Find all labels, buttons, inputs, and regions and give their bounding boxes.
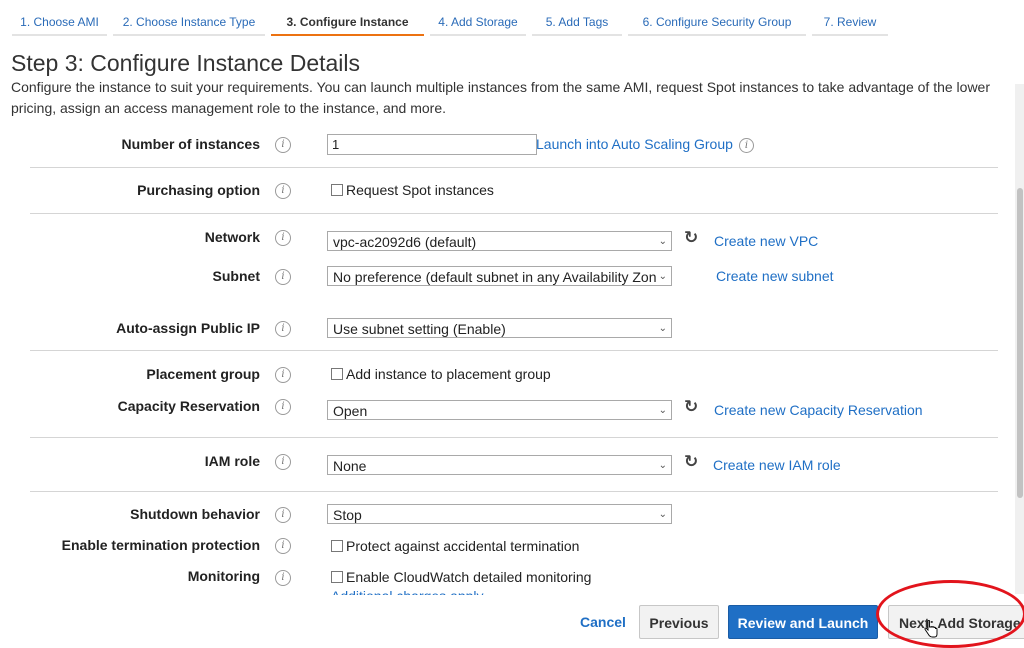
subnet-label: Subnet xyxy=(212,268,260,284)
refresh-icon[interactable]: ↻ xyxy=(684,452,698,472)
request-spot-label: Request Spot instances xyxy=(346,182,494,198)
termination-protection-label: Enable termination protection xyxy=(61,537,260,553)
tab-configure-security-group[interactable]: 6. Configure Security Group xyxy=(628,0,806,36)
info-icon[interactable]: i xyxy=(275,454,291,470)
info-icon[interactable]: i xyxy=(739,138,754,153)
shutdown-behavior-label: Shutdown behavior xyxy=(130,506,260,522)
public-ip-select-value: Use subnet setting (Enable) xyxy=(333,321,506,337)
auto-assign-public-ip-label: Auto-assign Public IP xyxy=(116,320,260,336)
placement-group-label: Placement group xyxy=(146,366,260,382)
divider xyxy=(30,167,998,168)
subnet-select[interactable]: No preference (default subnet in any Ava… xyxy=(327,266,672,286)
chevron-down-icon: ⌄ xyxy=(656,232,667,250)
network-label: Network xyxy=(204,229,260,245)
divider xyxy=(30,437,998,438)
shutdown-behavior-select[interactable]: Stop ⌄ xyxy=(327,504,672,524)
divider xyxy=(30,213,998,214)
wizard-tabs: 1. Choose AMI 2. Choose Instance Type 3.… xyxy=(12,0,1012,38)
chevron-down-icon: ⌄ xyxy=(656,401,667,419)
shutdown-behavior-value: Stop xyxy=(333,507,362,523)
chevron-down-icon: ⌄ xyxy=(656,319,667,337)
iam-role-select[interactable]: None ⌄ xyxy=(327,455,672,475)
public-ip-select[interactable]: Use subnet setting (Enable) ⌄ xyxy=(327,318,672,338)
next-add-storage-button[interactable]: Next: Add Storage xyxy=(888,605,1024,639)
placement-group-checkbox[interactable] xyxy=(331,368,343,380)
info-icon[interactable]: i xyxy=(275,538,291,554)
tab-configure-instance[interactable]: 3. Configure Instance xyxy=(271,0,424,36)
refresh-icon[interactable]: ↻ xyxy=(684,228,698,248)
refresh-icon[interactable]: ↻ xyxy=(684,397,698,417)
monitoring-label: Monitoring xyxy=(187,568,260,584)
termination-protection-checkbox[interactable] xyxy=(331,540,343,552)
info-icon[interactable]: i xyxy=(275,570,291,586)
info-icon[interactable]: i xyxy=(275,230,291,246)
info-icon[interactable]: i xyxy=(275,399,291,415)
create-new-capacity-reservation-link[interactable]: Create new Capacity Reservation xyxy=(714,402,923,418)
create-new-vpc-link[interactable]: Create new VPC xyxy=(714,233,818,249)
tab-add-storage[interactable]: 4. Add Storage xyxy=(430,0,526,36)
request-spot-checkbox[interactable] xyxy=(331,184,343,196)
capacity-reservation-select[interactable]: Open ⌄ xyxy=(327,400,672,420)
number-of-instances-input[interactable]: 1 xyxy=(327,134,537,155)
placement-group-checkbox-label: Add instance to placement group xyxy=(346,366,551,382)
network-select[interactable]: vpc-ac2092d6 (default) ⌄ xyxy=(327,231,672,251)
previous-button[interactable]: Previous xyxy=(639,605,719,639)
divider xyxy=(30,491,998,492)
network-select-value: vpc-ac2092d6 (default) xyxy=(333,234,477,250)
hand-cursor-icon xyxy=(924,620,938,638)
monitoring-checkbox[interactable] xyxy=(331,571,343,583)
chevron-down-icon: ⌄ xyxy=(656,267,667,285)
launch-auto-scaling-link[interactable]: Launch into Auto Scaling Group xyxy=(536,136,733,152)
tab-add-tags[interactable]: 5. Add Tags xyxy=(532,0,622,36)
review-and-launch-button[interactable]: Review and Launch xyxy=(728,605,878,639)
chevron-down-icon: ⌄ xyxy=(656,505,667,523)
subnet-select-value: No preference (default subnet in any Ava… xyxy=(333,269,665,285)
page-description: Configure the instance to suit your requ… xyxy=(11,79,991,116)
divider xyxy=(30,350,998,351)
create-new-subnet-link[interactable]: Create new subnet xyxy=(716,268,834,284)
scrollbar[interactable] xyxy=(1015,84,1024,594)
tab-choose-instance-type[interactable]: 2. Choose Instance Type xyxy=(113,0,265,36)
chevron-down-icon: ⌄ xyxy=(656,456,667,474)
scrollbar-thumb[interactable] xyxy=(1017,188,1023,498)
capacity-reservation-value: Open xyxy=(333,403,368,419)
tab-review[interactable]: 7. Review xyxy=(812,0,888,36)
number-of-instances-label: Number of instances xyxy=(121,136,260,152)
page-title: Step 3: Configure Instance Details xyxy=(11,50,361,76)
iam-role-value: None xyxy=(333,458,367,474)
monitoring-checkbox-label: Enable CloudWatch detailed monitoring xyxy=(346,569,592,585)
iam-role-label: IAM role xyxy=(204,453,260,469)
tab-choose-ami[interactable]: 1. Choose AMI xyxy=(12,0,107,36)
cancel-button[interactable]: Cancel xyxy=(572,605,634,639)
purchasing-option-label: Purchasing option xyxy=(137,182,260,198)
info-icon[interactable]: i xyxy=(275,367,291,383)
info-icon[interactable]: i xyxy=(275,321,291,337)
capacity-reservation-label: Capacity Reservation xyxy=(117,398,260,414)
info-icon[interactable]: i xyxy=(275,269,291,285)
info-icon[interactable]: i xyxy=(275,137,291,153)
info-icon[interactable]: i xyxy=(275,507,291,523)
create-new-iam-role-link[interactable]: Create new IAM role xyxy=(713,457,841,473)
info-icon[interactable]: i xyxy=(275,183,291,199)
termination-protection-checkbox-label: Protect against accidental termination xyxy=(346,538,580,554)
